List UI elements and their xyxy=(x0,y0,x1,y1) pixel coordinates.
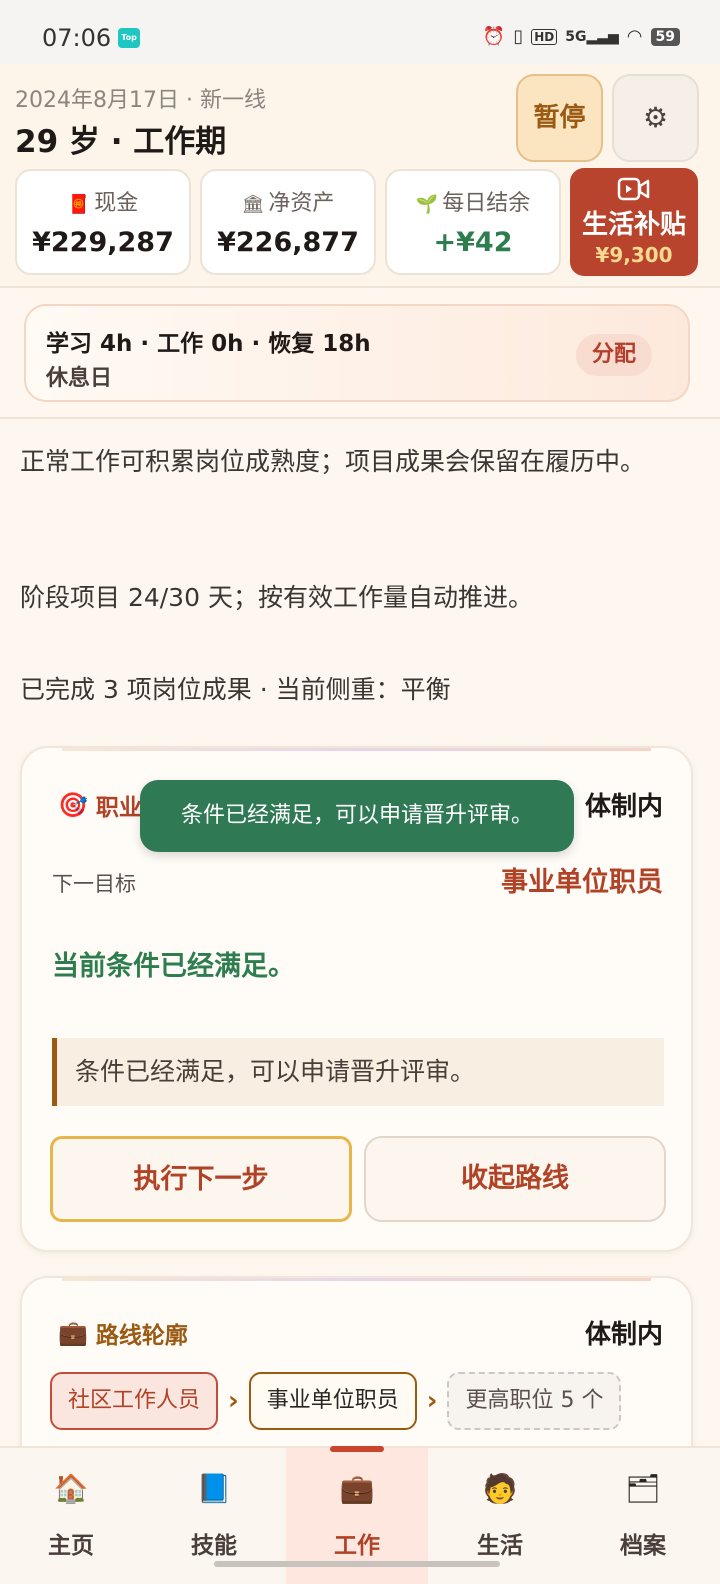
tab-label: 主页 xyxy=(48,1533,94,1559)
allocate-button[interactable]: 分配 xyxy=(576,334,652,376)
day-type: 休息日 xyxy=(46,366,113,391)
route-step-community-worker[interactable]: 社区工作人员 xyxy=(50,1372,219,1430)
settings-button[interactable]: ⚙ xyxy=(612,74,699,162)
tab-archive[interactable]: 🗂 档案 xyxy=(572,1448,714,1584)
route-title-label: 路线轮廓 xyxy=(95,1323,188,1349)
house-icon: 🏠 xyxy=(53,1472,89,1505)
vibrate-icon: ▯ xyxy=(513,26,524,47)
card-accent xyxy=(62,748,651,751)
alarm-icon: ⏰ xyxy=(482,26,506,47)
network-label: 5G xyxy=(565,28,587,45)
building-icon: 🏛 xyxy=(241,194,265,215)
living-subsidy-button[interactable]: 生活补贴 ¥9,300 xyxy=(570,168,698,276)
promotion-note: 条件已经满足，可以申请晋升评审。 xyxy=(52,1038,664,1106)
condition-met-text: 当前条件已经满足。 xyxy=(52,951,295,982)
route-step-institution-staff[interactable]: 事业单位职员 xyxy=(248,1372,417,1430)
pause-button[interactable]: 暂停 xyxy=(516,74,603,162)
person-icon: 🧑 xyxy=(482,1472,518,1505)
allocation-summary: 学习 4h · 工作 0h · 恢复 18h xyxy=(46,331,371,357)
book-icon: 📘 xyxy=(196,1472,232,1505)
tab-label: 生活 xyxy=(477,1533,523,1559)
red-envelope-icon: 🧧 xyxy=(67,194,91,215)
target-icon: 🎯 xyxy=(58,791,88,819)
stat-value: +¥42 xyxy=(433,227,513,258)
card-accent xyxy=(62,1278,651,1281)
gear-icon: ⚙ xyxy=(642,101,669,134)
signal-icon: 5G▂▃▅ xyxy=(565,28,619,45)
subsidy-amount: ¥9,300 xyxy=(595,243,673,267)
stat-card-daily-balance[interactable]: 🌱 每日结余 +¥42 xyxy=(385,169,561,275)
stat-card-cash[interactable]: 🧧 现金 ¥229,287 xyxy=(15,169,191,275)
stat-label: 净资产 xyxy=(268,191,335,216)
status-time: 07:06 xyxy=(42,24,112,52)
status-bar: 07:06 Top ⏰ ▯ HD 5G▂▃▅ ◠ 59 xyxy=(0,0,720,64)
next-goal-label: 下一目标 xyxy=(52,872,136,896)
route-step-more[interactable]: 更高职位 5 个 xyxy=(447,1372,622,1430)
divider xyxy=(0,286,720,288)
chevron-right-icon: › xyxy=(426,1386,438,1416)
tab-label: 工作 xyxy=(334,1533,380,1559)
home-indicator[interactable] xyxy=(214,1561,500,1567)
stat-label: 现金 xyxy=(94,191,139,216)
tab-home[interactable]: 🏠 主页 xyxy=(0,1448,142,1584)
briefcase-icon: 💼 xyxy=(58,1319,88,1347)
time-allocation-card: 学习 4h · 工作 0h · 恢复 18h 休息日 分配 xyxy=(24,304,690,402)
wifi-icon: ◠ xyxy=(626,26,643,47)
collapse-route-button[interactable]: 收起路线 xyxy=(364,1136,666,1222)
system-label: 体制内 xyxy=(584,1320,663,1350)
toast-message: 条件已经满足，可以申请晋升评审。 xyxy=(140,780,574,852)
stat-label: 每日结余 xyxy=(442,191,531,216)
hd-icon: HD xyxy=(531,28,558,45)
system-label: 体制内 xyxy=(584,792,663,822)
divider xyxy=(0,417,720,419)
video-icon xyxy=(570,176,698,202)
tab-label: 技能 xyxy=(191,1533,237,1559)
age-line: 29 岁 · 工作期 xyxy=(15,124,227,160)
app-badge-icon: Top xyxy=(118,28,140,48)
date-line: 2024年8月17日 · 新一线 xyxy=(15,88,266,113)
card-title: 💼 路线轮廓 xyxy=(58,1316,188,1350)
subsidy-title: 生活补贴 xyxy=(581,210,686,240)
stat-value: ¥226,877 xyxy=(217,227,359,258)
next-goal-value: 事业单位职员 xyxy=(501,867,663,898)
achievement-summary: 已完成 3 项岗位成果 · 当前侧重：平衡 xyxy=(20,675,451,704)
battery-icon: 59 xyxy=(650,27,680,46)
chevron-right-icon: › xyxy=(228,1386,239,1416)
execute-next-step-button[interactable]: 执行下一步 xyxy=(50,1136,352,1222)
project-progress: 阶段项目 24/30 天；按有效工作量自动推进。 xyxy=(20,583,533,612)
work-description: 正常工作可积累岗位成熟度；项目成果会保留在履历中。 xyxy=(20,447,646,476)
stat-card-net-assets[interactable]: 🏛 净资产 ¥226,877 xyxy=(200,169,376,275)
archive-icon: 🗂 xyxy=(625,1472,661,1505)
briefcase-icon: 💼 xyxy=(339,1472,375,1505)
stat-value: ¥229,287 xyxy=(32,227,174,258)
tab-label: 档案 xyxy=(620,1533,666,1559)
sprout-icon: 🌱 xyxy=(415,194,439,215)
route-steps: 社区工作人员 › 事业单位职员 › 更高职位 5 个 xyxy=(50,1372,622,1430)
status-icons: ⏰ ▯ HD 5G▂▃▅ ◠ 59 xyxy=(483,26,680,47)
